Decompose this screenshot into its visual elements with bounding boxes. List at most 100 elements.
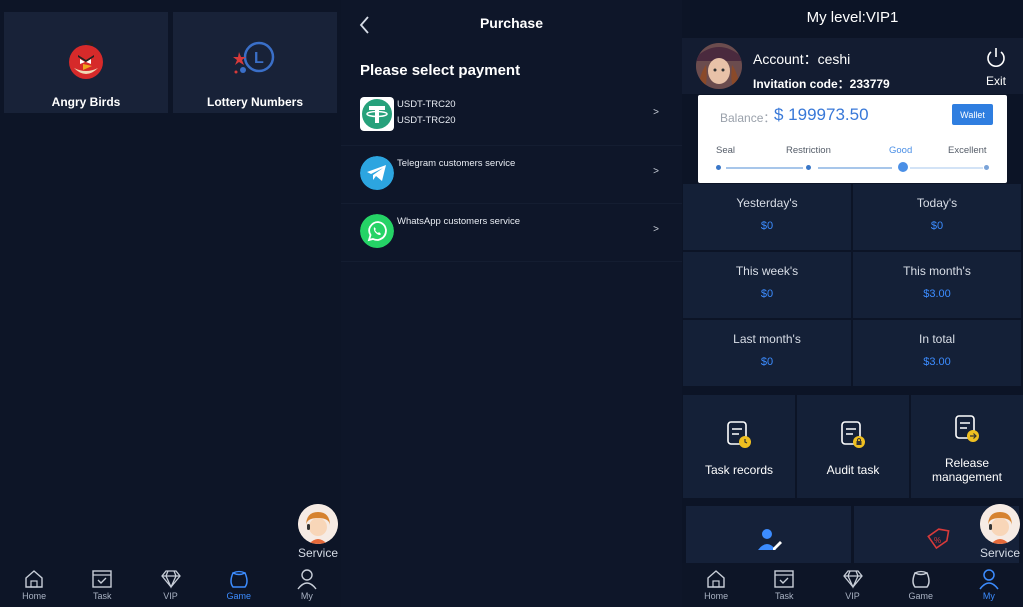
payment-option-usdt[interactable]: USDT-TRC20 USDT-TRC20 >: [341, 88, 682, 146]
game-card-lottery-numbers[interactable]: L Lottery Numbers: [173, 12, 337, 113]
tab-task[interactable]: Task: [750, 563, 818, 607]
exit-button[interactable]: Exit: [983, 46, 1009, 88]
bottom-nav: Home Task VIP Game My: [682, 563, 1023, 607]
balance-value: $ 199973.50: [774, 105, 869, 124]
stat-value: $0: [930, 220, 944, 232]
purchase-screen: Purchase Please select payment USDT-TRC2…: [341, 0, 682, 607]
tab-label: Home: [704, 591, 729, 601]
tab-vip[interactable]: VIP: [136, 563, 204, 607]
wallet-button[interactable]: Wallet: [952, 104, 993, 125]
level-track: [818, 167, 892, 169]
stat-label: Last month's: [733, 332, 801, 346]
stat-value: $0: [760, 356, 774, 368]
chevron-right-icon: >: [653, 224, 659, 235]
payment-detail: USDT-TRC20: [397, 115, 456, 126]
game-icon: [911, 570, 930, 588]
invitation-code: Invitation code：233779: [753, 77, 890, 91]
action-label: Audit task: [826, 463, 880, 477]
avatar[interactable]: [696, 43, 742, 89]
task-icon: [92, 570, 112, 588]
game-icon: [229, 570, 248, 588]
my-screen: My level:VIP1 Account：ceshi Invitation c…: [682, 0, 1023, 607]
payment-heading: Please select payment: [360, 62, 521, 79]
level-dot: [716, 165, 721, 170]
bottom-nav: Home Task VIP Game My: [0, 563, 341, 607]
stat-label: Today's: [916, 196, 958, 210]
stat-value: $3.00: [923, 288, 951, 300]
tab-vip[interactable]: VIP: [818, 563, 886, 607]
payment-option-whatsapp[interactable]: WhatsApp customers service >: [341, 204, 682, 262]
tab-label: My: [982, 591, 995, 601]
tab-label: Game: [908, 591, 933, 601]
tab-home[interactable]: Home: [0, 563, 68, 607]
page-title: Purchase: [479, 15, 544, 31]
home-icon: [25, 570, 43, 588]
account-name: Account：ceshi: [753, 51, 851, 67]
task-records-button[interactable]: Task records: [683, 395, 795, 498]
tab-game[interactable]: Game: [887, 563, 955, 607]
service-label: Service: [980, 546, 1021, 560]
angry-bird-icon: [69, 40, 103, 79]
level-seal: Seal: [716, 145, 736, 156]
stat-this-week: This week's $0: [683, 252, 851, 318]
service-button[interactable]: Service: [980, 504, 1020, 560]
profile-edit-button[interactable]: [686, 506, 851, 564]
stat-label: Yesterday's: [736, 196, 798, 210]
level-excellent: Excellent: [948, 145, 987, 156]
tab-task[interactable]: Task: [68, 563, 136, 607]
user-edit-icon: [757, 529, 782, 550]
chevron-right-icon: >: [653, 166, 659, 177]
power-icon: [987, 48, 1005, 67]
level-track: [726, 167, 803, 169]
tab-home[interactable]: Home: [682, 563, 750, 607]
release-management-button[interactable]: Release management: [911, 395, 1023, 498]
stat-label: This week's: [735, 264, 799, 278]
payment-option-telegram[interactable]: Telegram customers service >: [341, 146, 682, 204]
tab-my[interactable]: My: [273, 563, 341, 607]
tab-my[interactable]: My: [955, 563, 1023, 607]
stat-value: $0: [760, 220, 774, 232]
tab-game[interactable]: Game: [205, 563, 273, 607]
payment-name: WhatsApp customers service: [397, 216, 521, 227]
tab-label: Task: [775, 591, 794, 601]
payment-name: Telegram customers service: [397, 158, 516, 169]
user-avatar-image: [696, 43, 742, 89]
tab-label: My: [300, 591, 313, 601]
home-icon: [707, 570, 725, 588]
balance-card: Balance： $ 199973.50 Wallet Seal Restric…: [698, 95, 1007, 183]
stat-yesterday: Yesterday's $0: [683, 184, 851, 250]
stat-value: $0: [760, 288, 774, 300]
tab-label: Task: [93, 591, 112, 601]
tab-label: VIP: [163, 591, 178, 601]
stat-label: In total: [918, 332, 956, 346]
tab-label: VIP: [845, 591, 860, 601]
stat-label: This month's: [903, 264, 971, 278]
action-label: Release management: [931, 456, 1003, 484]
user-icon: [979, 569, 999, 590]
level-check-icon: [898, 162, 908, 172]
payment-name: USDT-TRC20: [397, 99, 456, 110]
exit-label: Exit: [985, 74, 1006, 88]
diamond-icon: [842, 570, 863, 589]
game-label: Lottery Numbers: [206, 95, 304, 109]
balance-label: Balance：: [720, 111, 776, 125]
stat-last-month: Last month's $0: [683, 320, 851, 386]
user-icon: [297, 569, 317, 590]
tab-label: Game: [226, 591, 251, 601]
task-icon: [774, 570, 794, 588]
audit-task-button[interactable]: Audit task: [797, 395, 909, 498]
tab-label: Home: [22, 591, 47, 601]
svg-text:%: %: [934, 536, 941, 545]
stat-today: Today's $0: [853, 184, 1021, 250]
service-avatar: [298, 504, 338, 544]
level-dot: [984, 165, 989, 170]
action-label: Task records: [704, 463, 774, 477]
level-track: [910, 167, 983, 169]
service-button[interactable]: Service: [298, 504, 338, 560]
game-card-angry-birds[interactable]: Angry Birds: [4, 12, 168, 113]
lottery-icon: L: [233, 41, 275, 74]
stat-in-total: In total $3.00: [853, 320, 1021, 386]
diamond-icon: [160, 570, 181, 589]
release-management-icon: [955, 415, 979, 442]
game-label: Angry Birds: [51, 95, 121, 109]
